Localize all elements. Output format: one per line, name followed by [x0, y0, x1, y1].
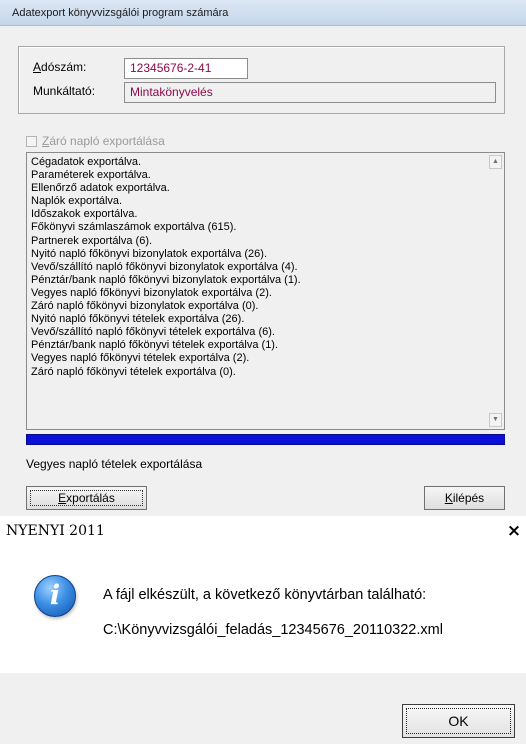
message-box: NYENYI 2011 × i A fájl elkészült, a köve… [0, 517, 526, 744]
log-line: Pénztár/bank napló főkönyvi bizonylatok … [31, 273, 301, 286]
log-line: Időszakok exportálva. [31, 208, 138, 221]
log-line: Vegyes napló főkönyvi bizonylatok export… [31, 286, 272, 299]
message-area [0, 546, 526, 673]
closing-journal-checkbox[interactable] [26, 135, 37, 147]
export-log-list[interactable]: Cégadatok exportálva. Paraméterek exportá… [26, 152, 505, 430]
tax-number-field[interactable]: 12345676-2-41 [124, 58, 248, 79]
log-line: Ellenőrző adatok exportálva. [31, 182, 170, 195]
scroll-down-icon[interactable]: ▼ [489, 413, 502, 427]
tax-number-label: Adószám: [33, 60, 87, 74]
log-line: Pénztár/bank napló főkönyvi tételek expo… [31, 339, 279, 352]
log-line: Nyitó napló főkönyvi bizonylatok exportá… [31, 247, 268, 260]
close-icon[interactable]: × [504, 517, 524, 546]
log-line: Záró napló főkönyvi tételek exportálva (… [31, 365, 236, 378]
message-line-2: C:\Könyvvizsgálói_feladás_12345676_20110… [103, 622, 443, 638]
export-window: Adatexport könyvvizsgálói program számár… [0, 0, 526, 516]
log-line: Vevő/szállító napló főkönyvi tételek exp… [31, 326, 275, 339]
log-line: Vevő/szállító napló főkönyvi bizonylatok… [31, 260, 298, 273]
export-status-text: Vegyes napló tételek exportálása [26, 457, 203, 471]
exit-button[interactable]: Kilépés [424, 486, 505, 510]
closing-journal-checkbox-row[interactable]: Záró napló exportálása [26, 133, 165, 149]
export-button[interactable]: Exportálás [26, 486, 147, 510]
scroll-up-icon[interactable]: ▲ [489, 155, 502, 169]
ok-button[interactable]: OK [402, 704, 515, 738]
log-scrollbar[interactable]: ▲ ▼ [487, 153, 504, 429]
export-window-title: Adatexport könyvvizsgálói program számár… [0, 0, 526, 26]
export-progress-bar [26, 434, 505, 445]
log-line: Naplók exportálva. [31, 195, 123, 208]
log-line: Vegyes napló főkönyvi tételek exportálva… [31, 352, 250, 365]
company-group-box [18, 46, 505, 114]
message-line-1: A fájl elkészült, a következő könyvtárba… [103, 587, 427, 603]
employer-label: Munkáltató: [33, 84, 96, 98]
employer-field[interactable]: Mintakönyvelés [124, 82, 496, 103]
log-line: Záró napló főkönyvi bizonylatok exportál… [31, 300, 259, 313]
log-line: Partnerek exportálva (6). [31, 234, 153, 247]
log-line: Főkönyvi számlaszámok exportálva (615). [31, 221, 237, 234]
info-icon: i [34, 575, 76, 617]
log-line: Nyitó napló főkönyvi tételek exportálva … [31, 313, 245, 326]
closing-journal-checkbox-label: Záró napló exportálása [42, 134, 165, 148]
message-box-title: NYENYI 2011 [0, 517, 526, 546]
log-line: Paraméterek exportálva. [31, 169, 151, 182]
export-log-lines: Cégadatok exportálva. Paraméterek exportá… [31, 156, 481, 379]
log-line: Cégadatok exportálva. [31, 156, 142, 168]
